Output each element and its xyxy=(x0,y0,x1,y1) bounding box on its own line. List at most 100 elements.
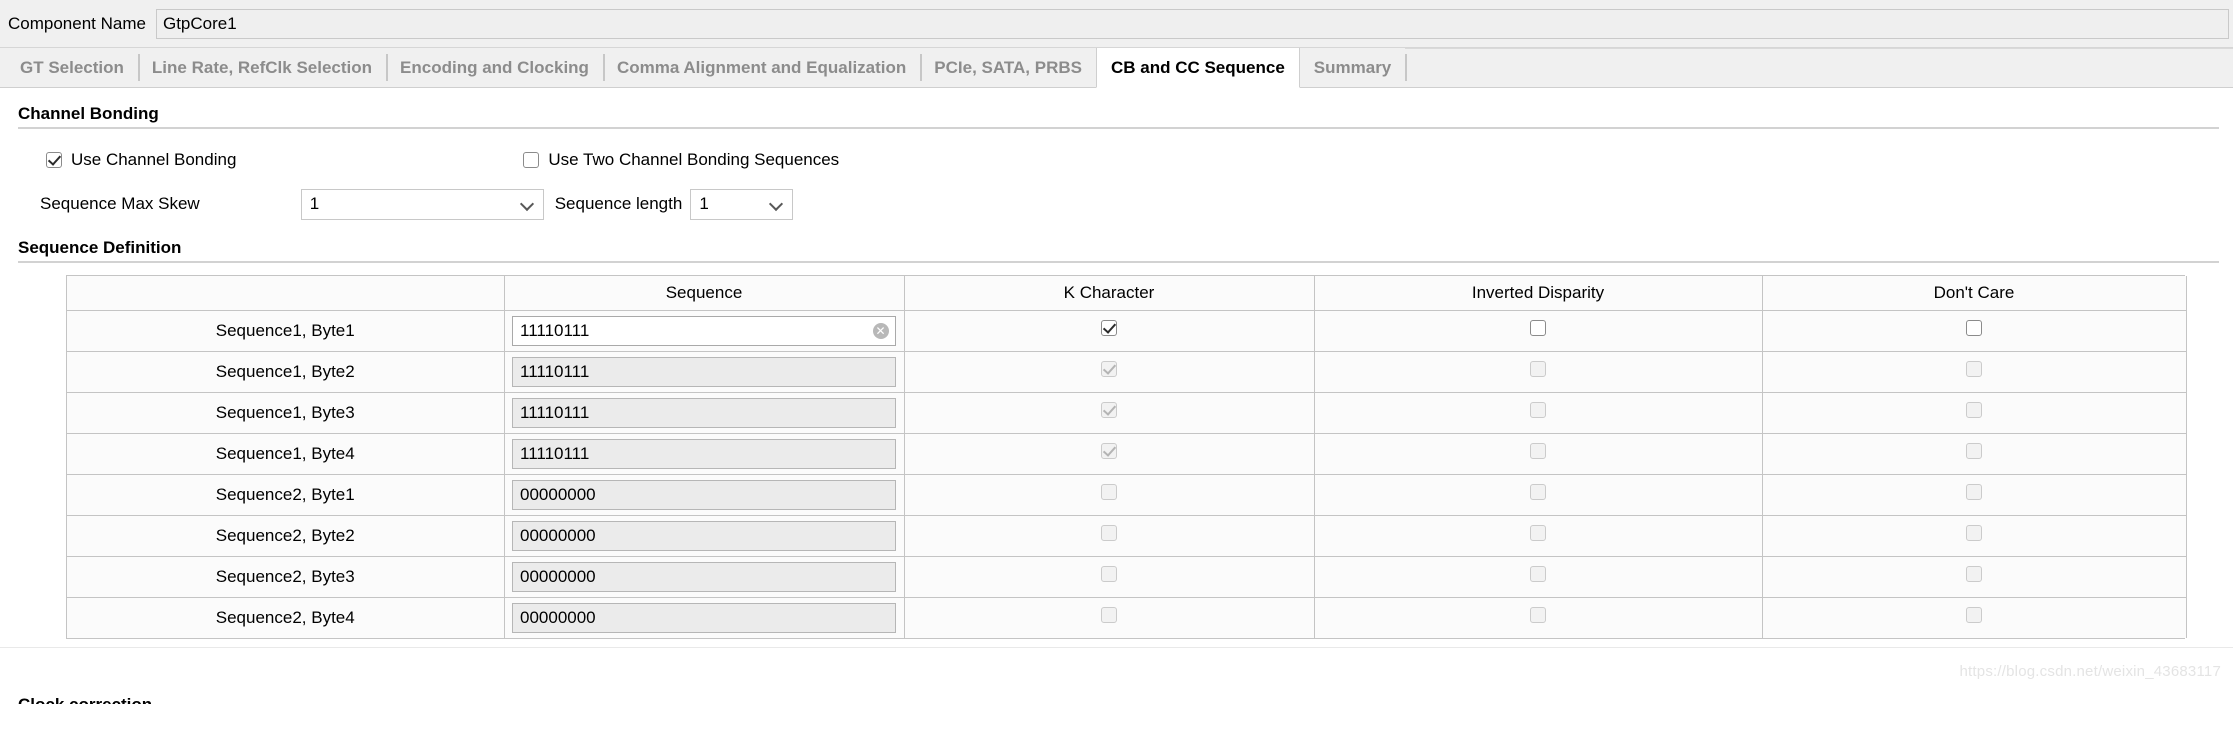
dont-care-checkbox-cell xyxy=(1762,474,2187,516)
checkbox-icon xyxy=(1966,443,1982,459)
k-character-checkbox-cell xyxy=(904,392,1315,434)
sequence-definition-section-title: Sequence Definition xyxy=(18,238,182,257)
sequence-max-skew-select[interactable]: 1 xyxy=(300,188,544,220)
sequence-input: 11110111 xyxy=(512,438,896,469)
tab-content-cb-cc-sequence: Channel Bonding Use Channel Bonding Use … xyxy=(0,88,2233,704)
checkbox-icon xyxy=(1101,361,1117,377)
checkbox-icon xyxy=(1101,443,1117,459)
k-character-checkbox-cell xyxy=(904,351,1315,393)
table-row: Sequence2, Byte1 00000000 xyxy=(67,474,2187,516)
checkbox-icon xyxy=(1101,402,1117,418)
table-row: Sequence1, Byte2 11110111 xyxy=(67,351,2187,393)
sequence-parameters-row: Sequence Max Skew 1 Sequence length 1 xyxy=(0,188,2233,220)
sequence-max-skew-label: Sequence Max Skew xyxy=(40,194,200,213)
sequence-length-select[interactable]: 1 xyxy=(690,188,794,220)
tab-strip: GT Selection Line Rate, RefClk Selection E… xyxy=(0,48,2233,88)
bottom-divider xyxy=(0,647,2233,648)
checkbox-icon xyxy=(1530,525,1546,541)
inverted-disparity-checkbox-cell xyxy=(1314,474,1763,516)
sequence-length-label: Sequence length xyxy=(554,194,683,213)
row-label: Sequence2, Byte4 xyxy=(67,597,505,638)
inverted-disparity-checkbox-cell xyxy=(1314,351,1763,393)
component-name-label: Component Name xyxy=(8,13,146,33)
checkbox-icon[interactable] xyxy=(1966,320,1982,336)
checkbox-icon xyxy=(1530,361,1546,377)
tab-gt-selection[interactable]: GT Selection xyxy=(6,48,138,87)
clear-icon[interactable]: ✕ xyxy=(872,322,889,339)
k-character-checkbox-cell xyxy=(904,515,1315,557)
sequence-input: 00000000 xyxy=(512,602,896,633)
sequence-input[interactable]: 11110111 xyxy=(512,315,896,346)
checkbox-icon xyxy=(1966,525,1982,541)
channel-bonding-checkbox-row: Use Channel Bonding Use Two Channel Bond… xyxy=(0,149,2233,171)
sequence-length-value: 1 xyxy=(699,194,709,213)
table-row: Sequence2, Byte4 00000000 xyxy=(67,597,2187,638)
use-channel-bonding-checkbox[interactable]: Use Channel Bonding xyxy=(46,150,236,170)
table-header-row: Sequence K Character Inverted Disparity Don… xyxy=(67,276,2187,311)
dont-care-checkbox-cell xyxy=(1762,392,2187,434)
checkbox-icon xyxy=(1530,443,1546,459)
row-label: Sequence2, Byte2 xyxy=(67,515,505,557)
sequence-cell: 11110111 ✕ xyxy=(504,310,905,352)
sequence-input: 11110111 xyxy=(512,356,896,387)
sequence-cell: 11110111 xyxy=(504,392,905,434)
row-label: Sequence2, Byte1 xyxy=(67,474,505,516)
tab-comma-alignment-and-equalization[interactable]: Comma Alignment and Equalization xyxy=(602,48,921,87)
k-character-checkbox-cell xyxy=(904,310,1315,352)
sequence-input: 00000000 xyxy=(512,520,896,551)
table-header: Sequence K Character Inverted Disparity Don… xyxy=(67,276,2187,311)
sequence-input: 00000000 xyxy=(512,479,896,510)
sequence-input: 00000000 xyxy=(512,561,896,592)
checkbox-icon xyxy=(1101,484,1117,500)
checkbox-icon[interactable] xyxy=(523,152,540,168)
row-label: Sequence1, Byte4 xyxy=(67,433,505,475)
checkbox-icon xyxy=(1966,566,1982,582)
inverted-disparity-checkbox-cell xyxy=(1314,433,1763,475)
checkbox-icon xyxy=(1966,484,1982,500)
sequence-cell: 00000000 xyxy=(504,597,905,638)
sequence-definition-section-divider xyxy=(18,261,2219,263)
tab-cb-and-cc-sequence[interactable]: CB and CC Sequence xyxy=(1095,48,1300,88)
table-body: Sequence1, Byte1 11110111 ✕ Sequence1, Byte… xyxy=(67,310,2187,638)
dont-care-checkbox-cell xyxy=(1762,433,2187,475)
k-character-checkbox-cell xyxy=(904,433,1315,475)
checkbox-icon xyxy=(1530,566,1546,582)
chevron-down-icon xyxy=(770,198,783,211)
row-label: Sequence1, Byte2 xyxy=(67,351,505,393)
tab-pcie-sata-prbs[interactable]: PCIe, SATA, PRBS xyxy=(920,48,1096,87)
column-header-k-character: K Character xyxy=(904,276,1315,311)
checkbox-icon xyxy=(1101,607,1117,624)
checkbox-icon xyxy=(1101,566,1117,582)
tab-line-rate-refclk-selection[interactable]: Line Rate, RefClk Selection xyxy=(137,48,387,87)
dont-care-checkbox-cell xyxy=(1762,515,2187,557)
inverted-disparity-checkbox-cell xyxy=(1314,392,1763,434)
sequence-cell: 11110111 xyxy=(504,433,905,475)
inverted-disparity-checkbox-cell xyxy=(1314,310,1763,352)
column-header-don-t-care: Don't Care xyxy=(1762,276,2187,311)
chevron-down-icon xyxy=(521,198,534,211)
table-row: Sequence2, Byte3 00000000 xyxy=(67,556,2187,598)
checkbox-icon[interactable] xyxy=(1101,320,1117,336)
checkbox-icon xyxy=(1966,402,1982,418)
checkbox-icon[interactable] xyxy=(1530,320,1546,336)
channel-bonding-section-title: Channel Bonding xyxy=(18,104,159,123)
k-character-checkbox-cell xyxy=(904,474,1315,516)
component-name-input[interactable]: GtpCore1 xyxy=(155,8,2229,39)
tab-encoding-and-clocking[interactable]: Encoding and Clocking xyxy=(386,48,603,87)
row-label: Sequence2, Byte3 xyxy=(67,556,505,598)
sequence-definition-table-wrapper: Sequence K Character Inverted Disparity Don… xyxy=(66,275,2187,639)
clock-correction-section-title: Clock correction xyxy=(18,695,152,704)
row-label: Sequence1, Byte1 xyxy=(67,310,505,352)
inverted-disparity-checkbox-cell xyxy=(1314,597,1763,638)
table-row: Sequence1, Byte3 11110111 xyxy=(67,392,2187,434)
column-header-row-name xyxy=(67,276,505,311)
sequence-max-skew-value: 1 xyxy=(309,194,320,213)
tab-summary[interactable]: Summary xyxy=(1299,48,1406,87)
checkbox-icon xyxy=(1966,361,1982,377)
use-two-channel-bonding-sequences-checkbox[interactable]: Use Two Channel Bonding Sequences xyxy=(523,150,839,170)
watermark-text: https://blog.csdn.net/weixin_43683117 xyxy=(1959,663,2221,680)
sequence-cell: 00000000 xyxy=(504,556,905,598)
sequence-cell: 00000000 xyxy=(504,474,905,516)
row-label: Sequence1, Byte3 xyxy=(67,392,505,434)
checkbox-icon[interactable] xyxy=(46,152,62,168)
